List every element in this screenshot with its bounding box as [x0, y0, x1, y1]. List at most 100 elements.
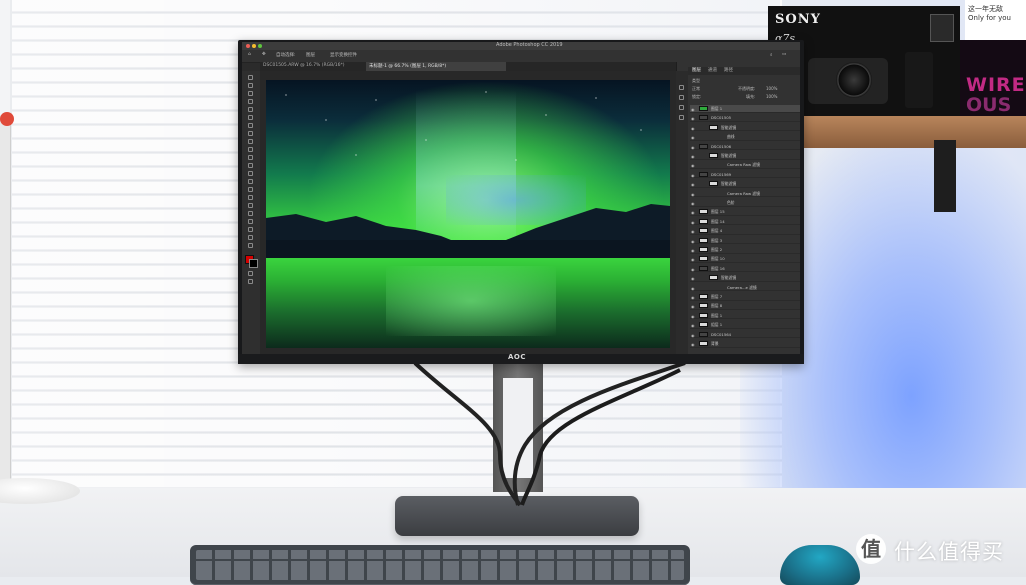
layer-visibility-eye-icon[interactable]: ◉ — [691, 134, 695, 141]
healing-brush-tool-icon[interactable] — [248, 131, 253, 136]
auto-select-dropdown[interactable]: 图层 — [306, 52, 315, 58]
screen-mode-icon[interactable] — [248, 279, 253, 284]
more-tools-icon[interactable] — [248, 243, 253, 248]
move-tool-icon[interactable] — [248, 75, 253, 80]
layer-visibility-eye-icon[interactable]: ◉ — [691, 162, 695, 169]
quick-mask-icon[interactable] — [248, 271, 253, 276]
layer-visibility-eye-icon[interactable]: ◉ — [691, 247, 695, 254]
auto-select-label[interactable]: 自动选择: — [276, 52, 296, 58]
layer-row[interactable]: ◉ 组层 1 — [690, 321, 800, 329]
layer-row[interactable]: ◉ Camera...e 滤镜 — [690, 284, 800, 292]
layer-row[interactable]: ◉ 图层 7 — [690, 293, 800, 301]
layer-row[interactable]: ◉ 智能滤镜 — [690, 274, 800, 282]
crop-tool-icon[interactable] — [248, 107, 253, 112]
zoom-tool-icon[interactable] — [248, 235, 253, 240]
shape-tool-icon[interactable] — [248, 219, 253, 224]
blur-tool-icon[interactable] — [248, 179, 253, 184]
history-brush-tool-icon[interactable] — [248, 155, 253, 160]
layer-visibility-eye-icon[interactable]: ◉ — [691, 181, 695, 188]
layer-row[interactable]: ◉ Camera Raw 滤镜 — [690, 161, 800, 170]
layer-row[interactable]: ◉ DSC01506 — [690, 143, 800, 151]
type-tool-icon[interactable] — [248, 203, 253, 208]
layer-visibility-eye-icon[interactable]: ◉ — [691, 228, 695, 235]
layer-row[interactable]: ◉ 图层 16 — [690, 265, 800, 273]
layer-visibility-eye-icon[interactable]: ◉ — [691, 303, 695, 310]
home-icon[interactable]: ⌂ — [248, 52, 251, 57]
layer-row[interactable]: ◉ 图层 1 — [690, 105, 800, 113]
marquee-tool-icon[interactable] — [248, 83, 253, 88]
layer-row[interactable]: ◉ 色阶 — [690, 199, 800, 207]
quick-select-tool-icon[interactable] — [248, 99, 253, 104]
layer-visibility-eye-icon[interactable]: ◉ — [691, 200, 695, 207]
layer-visibility-eye-icon[interactable]: ◉ — [691, 256, 695, 263]
layer-visibility-eye-icon[interactable]: ◉ — [691, 313, 695, 320]
minimize-window-icon[interactable] — [252, 44, 256, 48]
layer-visibility-eye-icon[interactable]: ◉ — [691, 275, 695, 282]
layer-visibility-eye-icon[interactable]: ◉ — [691, 125, 695, 132]
layer-visibility-eye-icon[interactable]: ◉ — [691, 294, 695, 301]
layer-visibility-eye-icon[interactable]: ◉ — [691, 266, 695, 273]
layer-visibility-eye-icon[interactable]: ◉ — [691, 191, 695, 198]
search-icon[interactable]: ⌕ — [770, 52, 773, 58]
layer-visibility-eye-icon[interactable]: ◉ — [691, 219, 695, 226]
layer-row[interactable]: ◉ Camera Raw 滤镜 — [690, 190, 800, 198]
layer-row[interactable]: ◉ 图层 3 — [690, 237, 800, 245]
path-select-tool-icon[interactable] — [248, 211, 253, 216]
layer-visibility-eye-icon[interactable]: ◉ — [691, 153, 695, 160]
properties-panel-icon[interactable] — [679, 95, 684, 100]
show-transform-checkbox[interactable]: 显示变换控件 — [330, 52, 357, 58]
layer-visibility-eye-icon[interactable]: ◉ — [691, 285, 695, 292]
frame-tool-icon[interactable] — [248, 115, 253, 120]
layer-row[interactable]: ◉ 图层 2 — [690, 246, 800, 254]
layer-row[interactable]: ◉ 智能滤镜 — [690, 124, 800, 132]
layer-visibility-eye-icon[interactable]: ◉ — [691, 144, 695, 151]
layer-visibility-eye-icon[interactable]: ◉ — [691, 332, 695, 339]
background-color-swatch[interactable] — [249, 259, 258, 268]
layer-row[interactable]: ◉ DSC01564 — [690, 331, 800, 339]
gradient-tool-icon[interactable] — [248, 171, 253, 176]
layer-visibility-eye-icon[interactable]: ◉ — [691, 322, 695, 329]
layer-row[interactable]: ◉ 图层 8 — [690, 302, 800, 311]
aurora-photo[interactable] — [266, 80, 670, 348]
fill-value[interactable]: 100% — [766, 94, 777, 99]
layer-row[interactable]: ◉ 图层 10 — [690, 255, 800, 264]
brush-panel-icon[interactable] — [679, 105, 684, 110]
eraser-tool-icon[interactable] — [248, 163, 253, 168]
layer-row[interactable]: ◉ 图层 15 — [690, 208, 800, 217]
layer-filter-dropdown[interactable]: 类型 — [692, 78, 700, 84]
layer-row[interactable]: ◉ 图层 1 — [690, 312, 800, 320]
close-window-icon[interactable] — [246, 44, 250, 48]
brush-tool-icon[interactable] — [248, 139, 253, 144]
tab-paths[interactable]: 路径 — [724, 67, 733, 73]
layer-row[interactable]: ◉ DSC01505 — [690, 114, 800, 123]
clone-stamp-tool-icon[interactable] — [248, 147, 253, 152]
dodge-tool-icon[interactable] — [248, 187, 253, 192]
tab-layers[interactable]: 图层 — [692, 67, 701, 73]
doc-tab-1[interactable]: DSC01505.ARW @ 16.7% (RGB/16*) — [260, 62, 364, 71]
layer-visibility-eye-icon[interactable]: ◉ — [691, 238, 695, 245]
layer-visibility-eye-icon[interactable]: ◉ — [691, 115, 695, 122]
layer-visibility-eye-icon[interactable]: ◉ — [691, 341, 695, 348]
layer-visibility-eye-icon[interactable]: ◉ — [691, 106, 695, 113]
layer-row[interactable]: ◉ DSC01569 — [690, 171, 800, 179]
layer-row[interactable]: ◉ 曲线 — [690, 133, 800, 141]
layer-row[interactable]: ◉ 图层 14 — [690, 218, 800, 226]
hand-tool-icon[interactable] — [248, 227, 253, 232]
layer-row[interactable]: ◉ 图层 4 — [690, 227, 800, 235]
move-tool-icon[interactable]: ✥ — [262, 52, 266, 57]
maximize-window-icon[interactable] — [258, 44, 262, 48]
layer-visibility-eye-icon[interactable]: ◉ — [691, 172, 695, 179]
layer-row[interactable]: ◉ 智能滤镜 — [690, 180, 800, 188]
blend-mode-dropdown[interactable]: 正常 — [692, 86, 700, 92]
adjustments-panel-icon[interactable] — [679, 115, 684, 120]
workspace-icon[interactable]: ▭ — [782, 52, 786, 57]
layer-visibility-eye-icon[interactable]: ◉ — [691, 209, 695, 216]
opacity-value[interactable]: 100% — [766, 86, 777, 91]
tab-channels[interactable]: 通道 — [708, 67, 717, 73]
eyedropper-tool-icon[interactable] — [248, 123, 253, 128]
layer-row[interactable]: ◉ 智能滤镜 — [690, 152, 800, 160]
lasso-tool-icon[interactable] — [248, 91, 253, 96]
history-panel-icon[interactable] — [679, 85, 684, 90]
pen-tool-icon[interactable] — [248, 195, 253, 200]
doc-tab-2[interactable]: 未标题-1 @ 66.7% (图层 1, RGB/8*) — [366, 62, 506, 71]
